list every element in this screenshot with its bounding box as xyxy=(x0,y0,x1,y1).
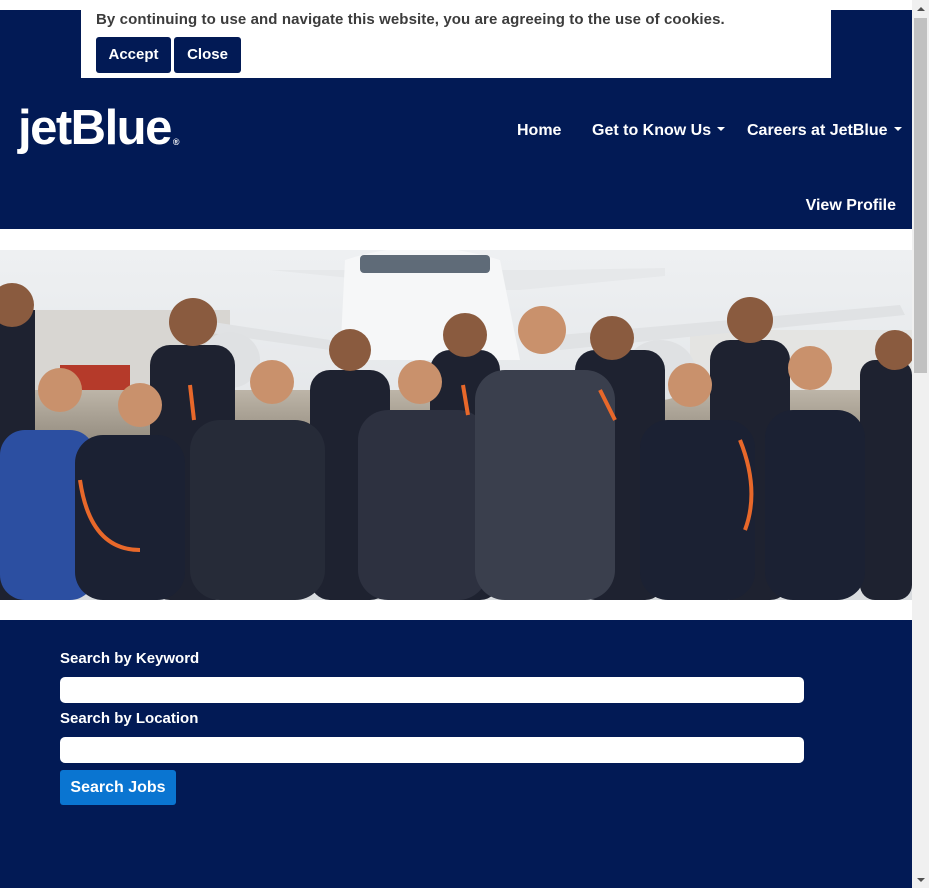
nav-careers-label: Careers at JetBlue xyxy=(747,122,888,139)
site-header: By continuing to use and navigate this w… xyxy=(0,10,912,229)
cookie-banner: By continuing to use and navigate this w… xyxy=(81,10,831,78)
keyword-input[interactable] xyxy=(60,677,804,703)
jetblue-logo[interactable]: jetBlue ® xyxy=(18,98,180,158)
crew-photo xyxy=(0,250,912,600)
view-profile-link[interactable]: View Profile xyxy=(806,197,896,215)
nav-get-to-know-us-label: Get to Know Us xyxy=(592,122,712,139)
nav-get-to-know-us[interactable]: Get to Know Us xyxy=(592,122,726,140)
cookie-message: By continuing to use and navigate this w… xyxy=(96,11,725,28)
nav-home-label: Home xyxy=(517,122,562,139)
page: By continuing to use and navigate this w… xyxy=(0,0,912,888)
scroll-down-icon[interactable] xyxy=(912,871,929,888)
logo-text: jetBlue xyxy=(18,101,172,155)
registered-mark: ® xyxy=(172,137,180,147)
location-label: Search by Location xyxy=(60,710,199,727)
scroll-up-icon[interactable] xyxy=(912,0,929,17)
search-jobs-button[interactable]: Search Jobs xyxy=(60,770,176,805)
accept-cookies-button[interactable]: Accept xyxy=(96,37,171,73)
close-cookies-button[interactable]: Close xyxy=(174,37,241,73)
job-search-section: Search by Keyword Search by Location Sea… xyxy=(0,620,912,888)
vertical-scrollbar[interactable] xyxy=(912,0,929,888)
nav-careers[interactable]: Careers at JetBlue xyxy=(747,122,902,140)
location-input[interactable] xyxy=(60,737,804,763)
keyword-label: Search by Keyword xyxy=(60,650,200,667)
caret-down-icon xyxy=(717,126,726,131)
scroll-thumb[interactable] xyxy=(914,18,927,373)
hero-crew-image xyxy=(0,250,912,600)
caret-down-icon xyxy=(893,126,902,131)
nav-home[interactable]: Home xyxy=(517,122,561,140)
